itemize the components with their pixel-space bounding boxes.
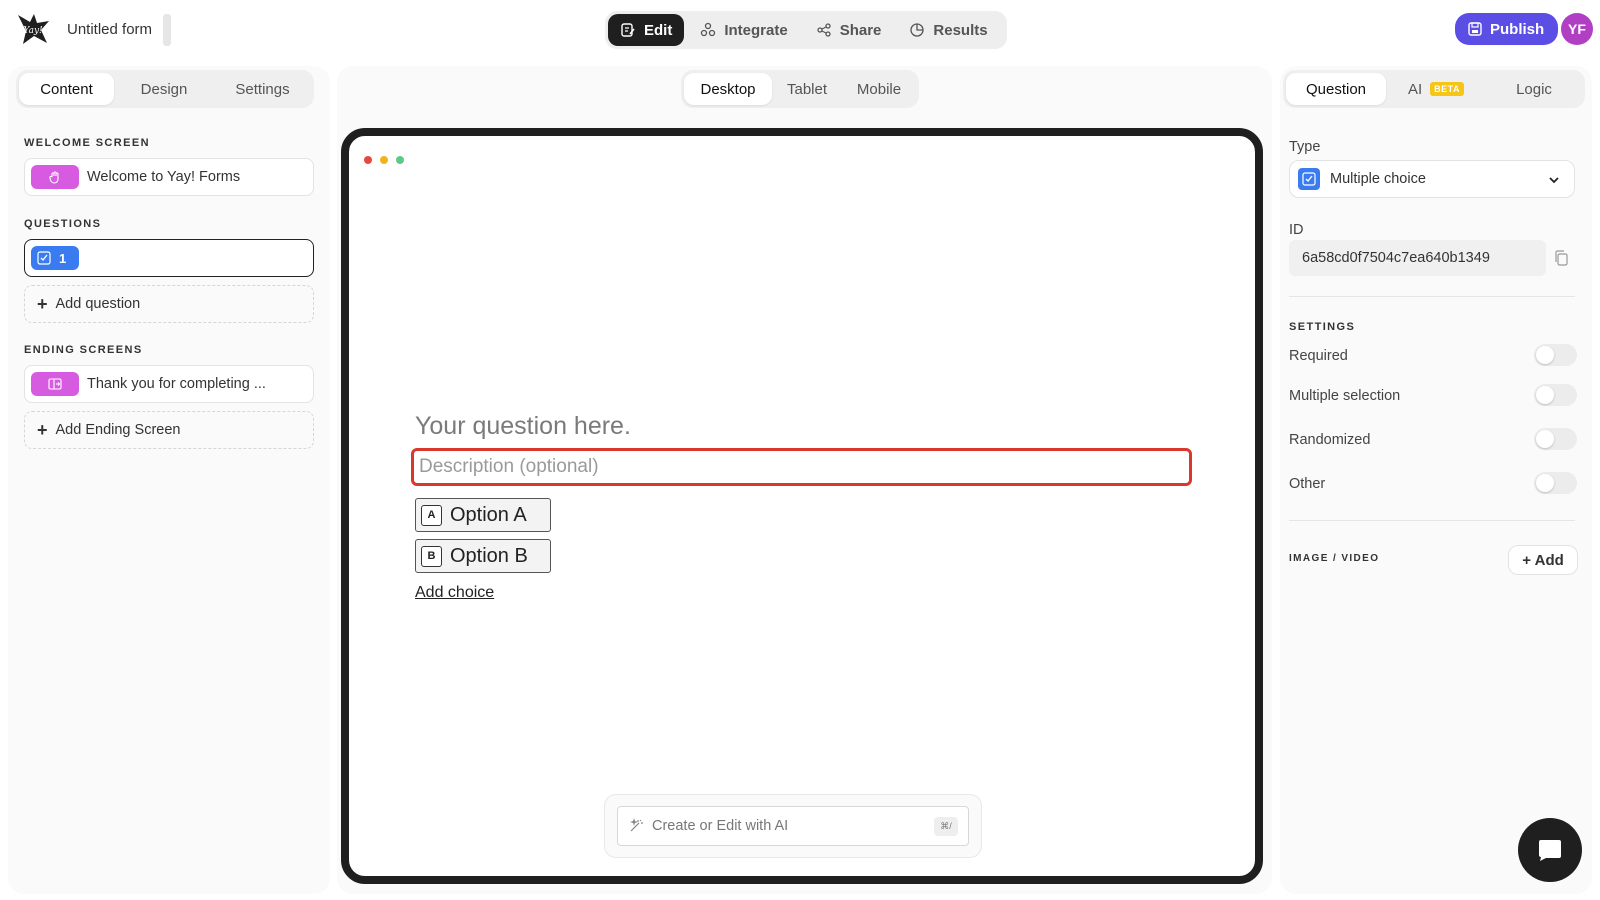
ai-prompt-input[interactable]: Create or Edit with AI ⌘/ [617, 806, 969, 846]
sparkle-icon [630, 818, 643, 832]
checkbox-icon [37, 251, 51, 265]
ending-screen-label: Thank you for completing ... [87, 376, 266, 392]
question-type-value: Multiple choice [1330, 171, 1426, 187]
integrate-icon [701, 22, 716, 37]
ai-bar-container: Create or Edit with AI ⌘/ [604, 794, 982, 858]
option-key: B [421, 545, 442, 567]
option-b[interactable]: B Option B [415, 539, 551, 573]
share-icon [817, 23, 831, 37]
question-type-select[interactable]: Multiple choice [1289, 160, 1575, 198]
option-label: Option A [450, 503, 527, 526]
other-toggle[interactable] [1534, 472, 1577, 494]
beta-badge: BETA [1430, 82, 1465, 96]
tab-share[interactable]: Share [804, 14, 894, 46]
tab-question[interactable]: Question [1286, 73, 1386, 105]
exit-icon [48, 378, 62, 390]
copy-icon[interactable] [1553, 250, 1569, 266]
tab-results-label: Results [933, 21, 988, 39]
add-question-label: Add question [55, 296, 141, 312]
window-dots [364, 156, 404, 164]
question-item[interactable]: 1 [24, 239, 314, 277]
welcome-screen-label: Welcome to Yay! Forms [87, 169, 241, 185]
tab-design[interactable]: Design [114, 73, 214, 105]
mode-tabs: Edit Integrate Share Results [605, 11, 1007, 49]
welcome-section-label: WELCOME SCREEN [24, 137, 150, 149]
other-label: Other [1289, 476, 1326, 492]
hand-icon [49, 171, 59, 184]
chat-icon [1539, 840, 1561, 861]
checkbox-icon [1298, 168, 1320, 190]
description-input[interactable]: Description (optional) [411, 448, 1192, 486]
tab-settings[interactable]: Settings [214, 73, 311, 105]
id-label: ID [1289, 222, 1304, 238]
top-bar: Yay! Untitled form Edit Integrate Share … [0, 0, 1600, 58]
welcome-screen-item[interactable]: Welcome to Yay! Forms [24, 158, 314, 196]
shortcut-hint: ⌘/ [934, 817, 958, 836]
logo-text: Yay! [23, 26, 43, 36]
tab-tablet[interactable]: Tablet [772, 73, 842, 105]
tab-desktop[interactable]: Desktop [684, 73, 772, 105]
avatar[interactable]: YF [1561, 13, 1593, 45]
required-label: Required [1289, 348, 1348, 364]
device-frame: Your question here. Description (optiona… [341, 128, 1263, 884]
publish-button[interactable]: Publish [1455, 13, 1559, 45]
ending-section-label: ENDING SCREENS [24, 344, 143, 356]
questions-section-label: QUESTIONS [24, 218, 102, 230]
add-choice-link[interactable]: Add choice [415, 584, 494, 602]
title-edit-handle[interactable] [163, 14, 171, 46]
multiple-selection-label: Multiple selection [1289, 388, 1401, 404]
tab-share-label: Share [839, 21, 882, 39]
tab-logic[interactable]: Logic [1486, 73, 1582, 105]
divider [1289, 520, 1575, 521]
randomized-toggle[interactable] [1534, 428, 1577, 450]
form-title[interactable]: Untitled form [67, 21, 152, 38]
results-icon [910, 23, 925, 37]
add-ending-label: Add Ending Screen [55, 422, 181, 438]
add-question-button[interactable]: + Add question [24, 285, 314, 323]
tab-ai-label: AI [1407, 80, 1423, 98]
dot-yellow [380, 156, 388, 164]
dot-red [364, 156, 372, 164]
question-number: 1 [59, 250, 67, 266]
tab-ai[interactable]: AI BETA [1386, 73, 1486, 105]
tab-edit-label: Edit [644, 21, 673, 39]
plus-icon: + [37, 420, 48, 440]
yay-logo[interactable]: Yay! [16, 12, 50, 46]
right-panel-tabs: Question AI BETA Logic [1283, 70, 1585, 108]
tab-edit[interactable]: Edit [608, 14, 685, 46]
tab-integrate-label: Integrate [724, 21, 788, 39]
chevron-down-icon [1549, 177, 1559, 184]
question-badge: 1 [31, 246, 79, 270]
ending-badge [31, 372, 79, 396]
media-section-label: IMAGE / VIDEO [1289, 553, 1380, 564]
ai-prompt-placeholder: Create or Edit with AI [652, 818, 789, 834]
settings-section-label: SETTINGS [1289, 321, 1356, 333]
question-id-field[interactable]: 6a58cd0f7504c7ea640b1349 [1289, 240, 1546, 276]
question-title-input[interactable]: Your question here. [415, 412, 631, 441]
required-toggle[interactable] [1534, 344, 1577, 366]
chat-button[interactable] [1518, 818, 1582, 882]
option-a[interactable]: A Option A [415, 498, 551, 532]
divider [1289, 296, 1575, 297]
add-media-button[interactable]: + Add [1508, 545, 1578, 575]
device-tabs: Desktop Tablet Mobile [681, 70, 919, 108]
multiple-selection-toggle[interactable] [1534, 384, 1577, 406]
dot-green [396, 156, 404, 164]
plus-icon: + [37, 294, 48, 314]
tab-mobile[interactable]: Mobile [842, 73, 916, 105]
randomized-label: Randomized [1289, 432, 1371, 448]
publish-label: Publish [1490, 20, 1545, 38]
type-label: Type [1289, 139, 1321, 155]
option-key: A [421, 504, 442, 526]
tab-results[interactable]: Results [897, 14, 999, 46]
edit-icon [621, 23, 635, 37]
tab-integrate[interactable]: Integrate [688, 14, 799, 46]
option-label: Option B [450, 544, 528, 567]
save-icon [1468, 22, 1482, 36]
add-ending-screen-button[interactable]: + Add Ending Screen [24, 411, 314, 449]
ending-screen-item[interactable]: Thank you for completing ... [24, 365, 314, 403]
tab-content[interactable]: Content [19, 73, 114, 105]
welcome-badge [31, 165, 79, 189]
left-panel-tabs: Content Design Settings [16, 70, 314, 108]
